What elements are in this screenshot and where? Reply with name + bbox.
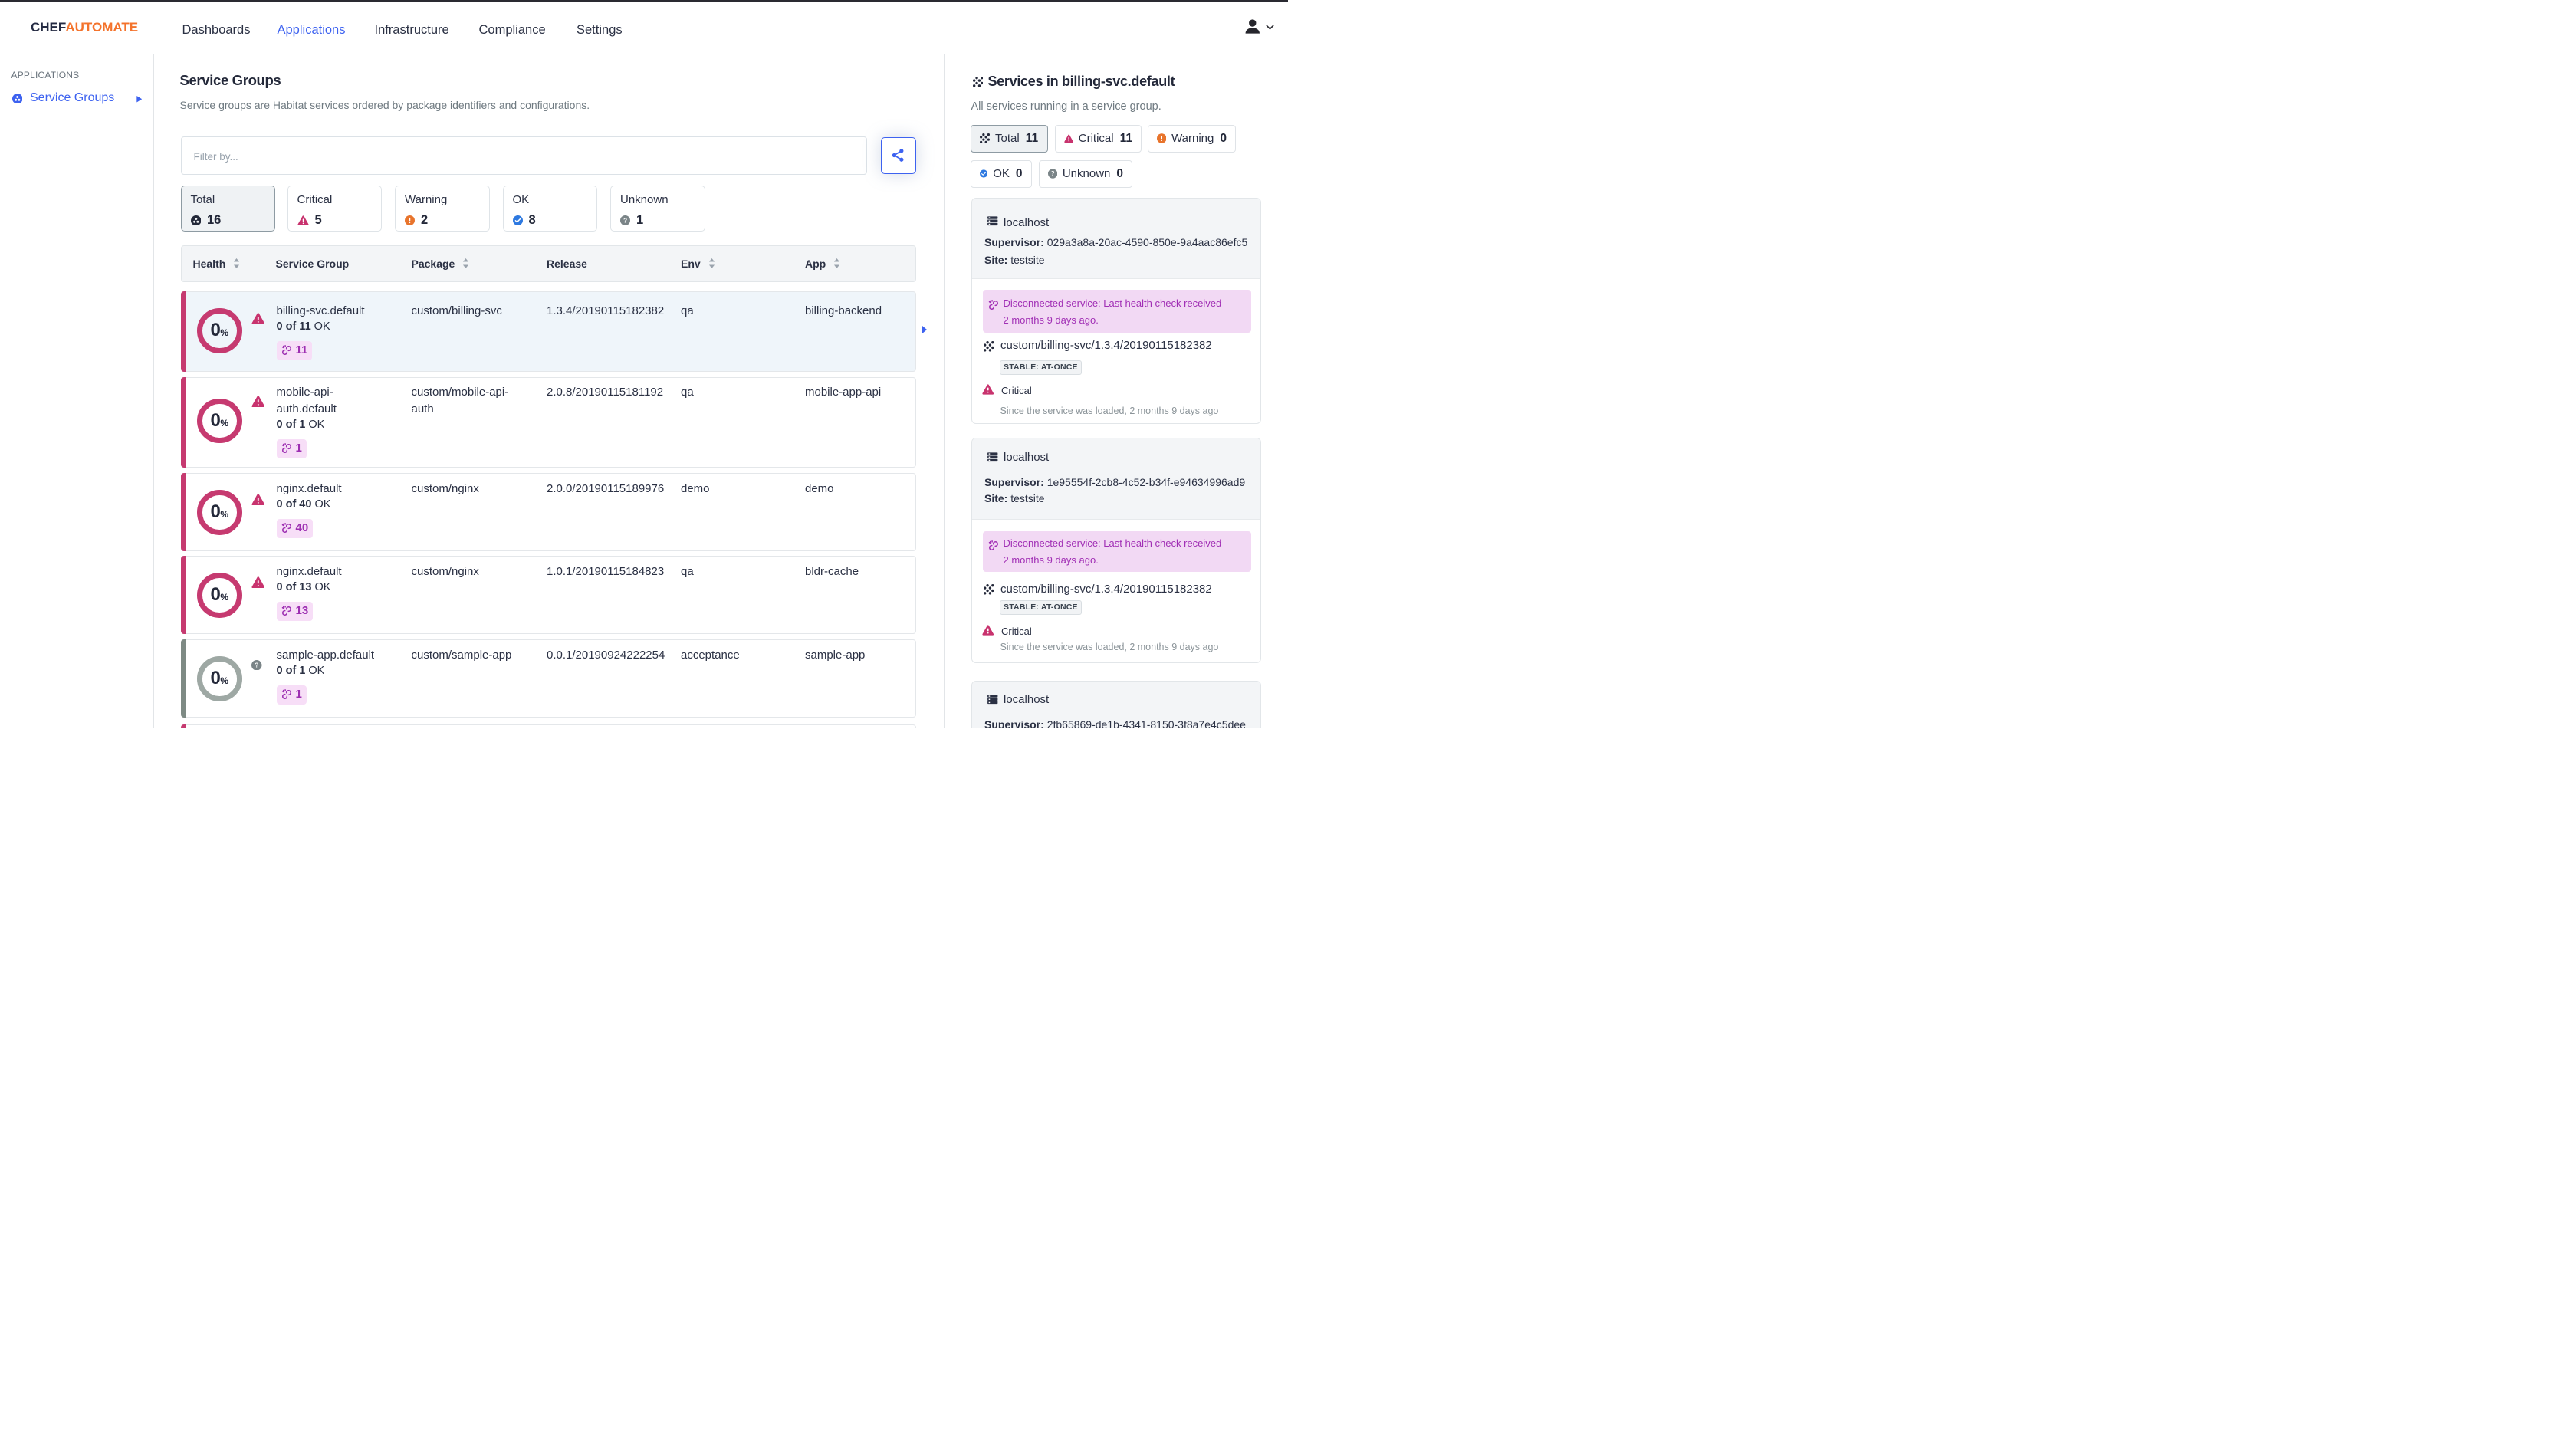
svg-text:?: ?	[255, 661, 258, 668]
svg-text:?: ?	[623, 216, 627, 224]
svg-text:?: ?	[1050, 170, 1054, 177]
